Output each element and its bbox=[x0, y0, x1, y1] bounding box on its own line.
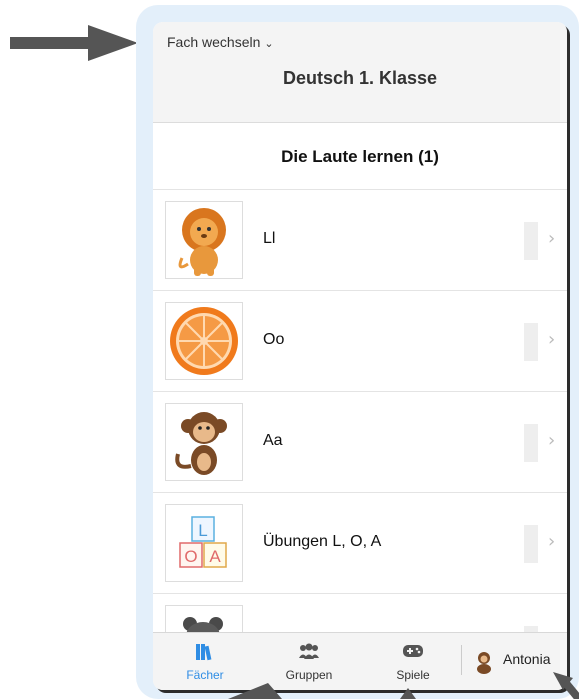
annotation-arrow-bottom-mid bbox=[400, 688, 416, 699]
tab-label: Spiele bbox=[396, 668, 430, 682]
section-title: Die Laute lernen (1) bbox=[281, 147, 439, 166]
block-letter-top: L bbox=[198, 521, 207, 540]
monkey-icon bbox=[165, 403, 243, 481]
bottom-tab-bar: Fächer Gruppen Spiele Antonia bbox=[153, 632, 567, 690]
row-handle bbox=[524, 525, 538, 563]
lion-icon bbox=[165, 201, 243, 279]
list-item[interactable]: Aa › bbox=[153, 391, 567, 492]
switch-subject-button[interactable]: Fach wechseln ⌄ bbox=[167, 34, 274, 50]
letter-blocks-icon: L O A bbox=[165, 504, 243, 582]
avatar-icon bbox=[477, 652, 491, 674]
tab-divider bbox=[461, 645, 462, 675]
list-item[interactable]: L O A Übungen L, O, A › bbox=[153, 492, 567, 593]
books-icon bbox=[195, 643, 215, 665]
block-letter-right: A bbox=[209, 547, 221, 566]
tab-label: Fächer bbox=[186, 668, 224, 682]
lesson-list: Ll › Oo › Aa › L O A Übungen L, O, A › bbox=[153, 189, 567, 690]
lesson-label: Oo bbox=[263, 331, 285, 348]
orange-icon bbox=[165, 302, 243, 380]
annotation-arrow-bottom-right bbox=[553, 672, 579, 699]
tab-spiele[interactable]: Spiele bbox=[361, 633, 465, 690]
profile-name: Antonia bbox=[503, 651, 551, 667]
lesson-label: Ll bbox=[263, 230, 276, 247]
switch-subject-label: Fach wechseln bbox=[167, 34, 261, 50]
list-item[interactable]: Ll › bbox=[153, 189, 567, 290]
tab-faecher[interactable]: Fächer bbox=[153, 633, 257, 690]
chevron-right-icon: › bbox=[548, 329, 556, 350]
app-screen: Fach wechseln ⌄ Deutsch 1. Klasse Die Lau… bbox=[153, 22, 567, 690]
lesson-label: Aa bbox=[263, 432, 283, 449]
chevron-down-icon: ⌄ bbox=[264, 38, 274, 50]
tab-label: Gruppen bbox=[285, 668, 333, 682]
row-handle bbox=[524, 424, 538, 462]
header-bar: Fach wechseln ⌄ Deutsch 1. Klasse bbox=[153, 22, 567, 123]
row-handle bbox=[524, 323, 538, 361]
chevron-right-icon: › bbox=[548, 430, 556, 451]
row-handle bbox=[524, 222, 538, 260]
chevron-right-icon: › bbox=[548, 228, 556, 249]
list-item[interactable]: Oo › bbox=[153, 290, 567, 391]
annotation-arrow-left bbox=[10, 25, 138, 61]
page-title: Deutsch 1. Klasse bbox=[282, 68, 438, 88]
gamepad-icon bbox=[402, 643, 424, 663]
group-icon bbox=[298, 643, 320, 665]
lesson-label: Übungen L, O, A bbox=[263, 533, 382, 550]
chevron-right-icon: › bbox=[548, 531, 556, 552]
tab-gruppen[interactable]: Gruppen bbox=[257, 633, 361, 690]
block-letter-left: O bbox=[184, 547, 197, 566]
annotation-arrow-bottom-left bbox=[228, 683, 282, 699]
